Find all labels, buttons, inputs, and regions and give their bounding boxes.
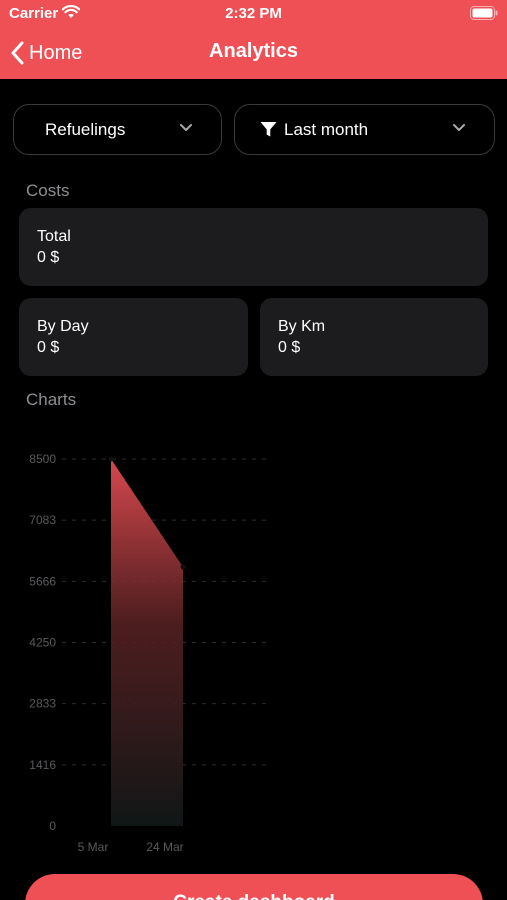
chevron-down-icon — [180, 124, 192, 131]
x-tick-label: 24 Mar — [146, 840, 183, 854]
by-day-cost-card: By Day 0 $ — [19, 298, 248, 376]
y-tick-label: 5666 — [29, 574, 56, 588]
by-day-cost-value: 0 $ — [37, 339, 60, 356]
chevron-down-icon — [453, 124, 465, 131]
y-tick-label: 8500 — [29, 452, 56, 466]
cost-chart: 8500 7083 5666 4250 2833 1416 0 5 Mar 24 Mar — [29, 452, 270, 854]
total-cost-value: 0 $ — [37, 249, 60, 266]
status-bar: Carrier 2:32 PM — [0, 0, 507, 28]
battery-icon — [470, 6, 498, 20]
filter-icon — [260, 122, 277, 137]
by-km-cost-value: 0 $ — [278, 339, 301, 356]
total-cost-label: Total — [37, 228, 71, 245]
y-tick-label: 2833 — [29, 697, 56, 711]
costs-section-title: Costs — [26, 181, 70, 200]
charts-section-title: Charts — [26, 390, 77, 409]
y-tick-label: 7083 — [29, 513, 56, 527]
create-dashboard-button[interactable]: Create dashboard — [25, 874, 483, 900]
nav-bar: Home Analytics — [0, 28, 507, 78]
type-dropdown-label: Refuelings — [45, 119, 126, 139]
clock: 2:32 PM — [225, 5, 282, 22]
y-tick-label: 4250 — [29, 636, 56, 650]
by-day-cost-label: By Day — [37, 318, 89, 335]
y-tick-label: 1416 — [29, 758, 56, 772]
data-point — [108, 456, 114, 462]
x-tick-label: 5 Mar — [78, 840, 109, 854]
period-dropdown-label: Last month — [284, 119, 369, 139]
by-km-cost-card: By Km 0 $ — [260, 298, 488, 376]
area-series — [111, 459, 183, 826]
page-title: Analytics — [209, 40, 298, 62]
header-bar: Carrier 2:32 PM Home Analytics — [0, 0, 507, 79]
by-km-cost-label: By Km — [278, 318, 326, 335]
y-tick-label: 0 — [49, 819, 56, 833]
period-dropdown[interactable]: Last month — [234, 104, 495, 155]
total-cost-card: Total 0 $ — [19, 208, 488, 286]
data-point — [180, 564, 186, 570]
type-dropdown[interactable]: Refuelings — [13, 104, 222, 155]
